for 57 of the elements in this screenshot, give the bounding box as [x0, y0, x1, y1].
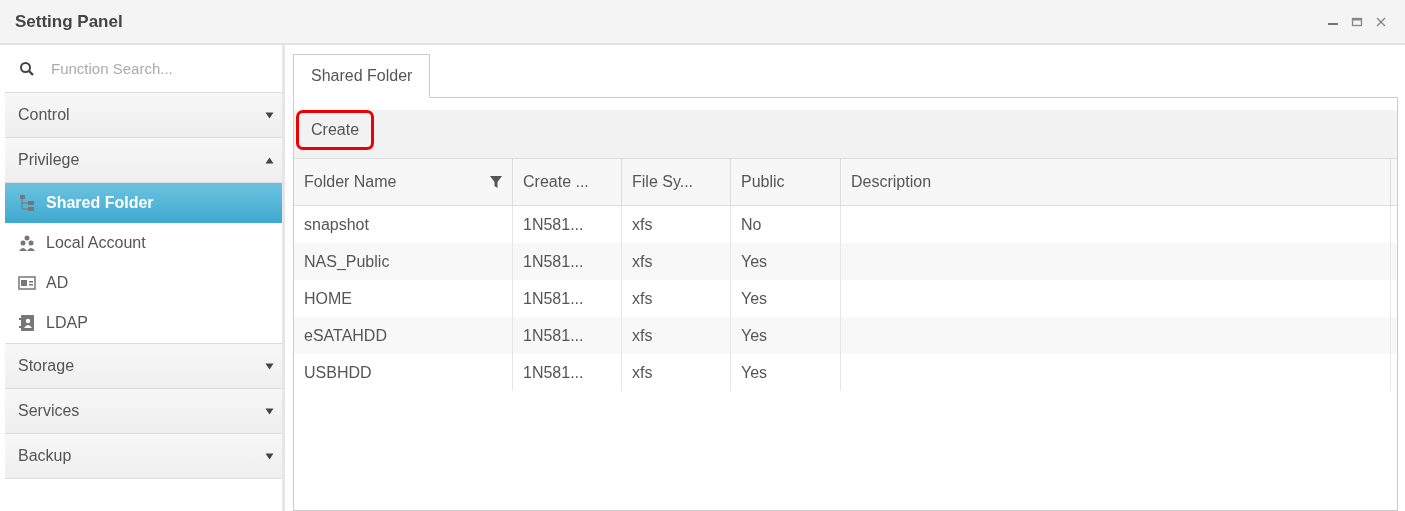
sidebar-item[interactable]: Local Account	[5, 223, 282, 263]
table-row[interactable]: NAS_Public 1N581... xfs Yes	[294, 243, 1397, 280]
table-cell: xfs	[632, 363, 653, 382]
close-icon[interactable]	[1375, 15, 1387, 28]
table-cell: xfs	[632, 215, 653, 234]
table-cell: xfs	[632, 326, 653, 345]
sidebar-group[interactable]: Backup	[5, 434, 282, 479]
search-icon	[19, 60, 35, 77]
table-cell: 1N581...	[523, 289, 584, 308]
sidebar-item[interactable]: AD	[5, 263, 282, 303]
table-cell: eSATAHDD	[304, 326, 387, 345]
sidebar-group[interactable]: Storage	[5, 344, 282, 389]
column-header-label: Folder Name	[304, 173, 397, 191]
expand-caret-icon	[265, 362, 274, 370]
table-cell: USBHDD	[304, 363, 372, 382]
table-cell: No	[741, 215, 762, 234]
sidebar-group[interactable]: Privilege	[5, 138, 282, 183]
table-cell: Yes	[741, 289, 768, 308]
column-header-label: Public	[741, 173, 785, 191]
table-cell: HOME	[304, 289, 352, 308]
table-row[interactable]: eSATAHDD 1N581... xfs Yes	[294, 317, 1397, 354]
tab[interactable]: Shared Folder	[293, 54, 431, 98]
expand-caret-icon	[265, 452, 274, 460]
sidebar-group[interactable]: Control	[5, 93, 282, 138]
table-cell: Yes	[741, 252, 768, 271]
table-cell: 1N581...	[523, 326, 584, 345]
search-field[interactable]: Function Search...	[49, 59, 253, 78]
column-header-label: Description	[851, 173, 932, 191]
table-cell: 1N581...	[523, 215, 584, 234]
expand-caret-icon	[265, 111, 274, 119]
table-row[interactable]: USBHDD 1N581... xfs Yes	[294, 354, 1397, 391]
column-header[interactable]: Folder Name	[294, 159, 513, 205]
column-header[interactable]: File Sy...	[622, 159, 731, 205]
table-cell: Yes	[741, 363, 768, 382]
table-cell: NAS_Public	[304, 252, 390, 271]
table-cell: Yes	[741, 326, 768, 345]
table-cell: 1N581...	[523, 363, 584, 382]
column-header-label: Create ...	[523, 173, 589, 191]
address-book-icon	[18, 314, 36, 332]
window-title: Setting Panel	[15, 11, 123, 32]
sidebar-group[interactable]: Services	[5, 389, 282, 434]
filter-icon[interactable]	[490, 176, 502, 188]
column-header[interactable]: Description	[841, 159, 1391, 205]
table-cell: snapshot	[304, 215, 369, 234]
column-header-label: File Sy...	[632, 173, 694, 191]
folder-tree-icon	[18, 194, 36, 212]
column-header[interactable]: Public	[731, 159, 841, 205]
table-cell: xfs	[632, 252, 653, 271]
expand-caret-icon	[265, 407, 274, 415]
table-cell: xfs	[632, 289, 653, 308]
id-card-icon	[18, 275, 36, 291]
maximize-icon[interactable]	[1351, 16, 1363, 27]
table-cell: 1N581...	[523, 252, 584, 271]
column-header[interactable]: Create ...	[513, 159, 622, 205]
collapse-caret-icon	[265, 156, 274, 164]
sidebar-item[interactable]: LDAP	[5, 303, 282, 343]
users-icon	[18, 234, 36, 252]
